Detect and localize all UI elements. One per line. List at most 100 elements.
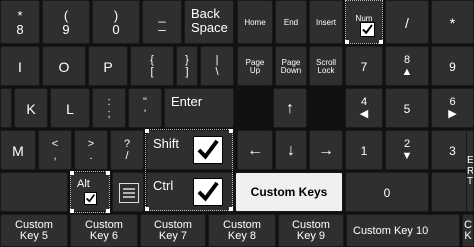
- key-numpad-divide[interactable]: /: [385, 0, 429, 44]
- key-alt-label: Alt: [77, 178, 90, 190]
- selection-handle: [345, 40, 349, 44]
- key-comma[interactable]: < ,: [38, 130, 72, 170]
- key-o-label: O: [58, 58, 70, 75]
- key-numpad-multiply[interactable]: *: [431, 0, 474, 44]
- key-custom-partial-label: C K: [464, 218, 472, 243]
- key-enter-label: Enter: [171, 94, 203, 109]
- key-numpad-2-label: 2 ▼: [401, 138, 413, 162]
- key-close-bracket[interactable]: } ]: [176, 46, 198, 86]
- numlock-checkbox[interactable]: [360, 22, 375, 37]
- key-open-bracket[interactable]: { [: [130, 46, 174, 86]
- key-numpad-1-label: 1: [360, 143, 368, 158]
- key-custom-10[interactable]: Custom Key 10: [346, 214, 460, 247]
- key-custom-5[interactable]: Custom Key 5: [0, 214, 68, 247]
- shift-checkbox[interactable]: [193, 136, 223, 164]
- key-numpad-divide-label: /: [405, 14, 409, 31]
- key-i[interactable]: I: [0, 46, 40, 86]
- key-i-label: I: [18, 58, 22, 75]
- selection-handle: [70, 209, 74, 213]
- key-numpad-4-label: 4 ◀: [359, 96, 369, 120]
- key-backslash[interactable]: | \: [200, 46, 234, 86]
- key-numpad-9-label: 9: [449, 59, 456, 74]
- key-numpad-2[interactable]: 2 ▼: [385, 130, 429, 170]
- key-period[interactable]: > .: [74, 130, 108, 170]
- key-end[interactable]: End: [275, 0, 307, 44]
- selection-handle: [229, 207, 233, 211]
- key-9[interactable]: ( 9: [42, 0, 90, 44]
- key-home[interactable]: Home: [237, 0, 273, 44]
- key-pageup[interactable]: Page Up: [237, 46, 273, 86]
- key-caps-edge[interactable]: [0, 88, 12, 128]
- key-comma-label: < ,: [51, 138, 59, 162]
- key-custom-partial[interactable]: C K: [462, 214, 474, 247]
- key-arrow-up[interactable]: ↑: [273, 88, 307, 128]
- key-p[interactable]: P: [88, 46, 128, 86]
- key-quote[interactable]: " ': [128, 88, 162, 128]
- key-backslash-label: | \: [215, 54, 219, 78]
- key-arrow-right-label: →: [318, 141, 334, 159]
- key-minus[interactable]: _ –: [142, 0, 182, 44]
- key-custom-9[interactable]: Custom Key 9: [278, 214, 344, 247]
- key-slash-label: ? /: [123, 138, 131, 162]
- key-arrow-down-label: ↓: [287, 141, 295, 159]
- key-numpad-9[interactable]: 9: [431, 46, 474, 86]
- key-arrow-left[interactable]: ←: [237, 130, 273, 170]
- key-m[interactable]: M: [0, 130, 36, 170]
- key-scrolllock[interactable]: Scroll Lock: [309, 46, 343, 86]
- custom-keys-label: Custom Keys: [250, 185, 328, 199]
- key-o[interactable]: O: [42, 46, 86, 86]
- key-numpad-7[interactable]: 7: [345, 46, 383, 86]
- selection-handle: [379, 40, 383, 44]
- key-arrow-left-label: ←: [247, 141, 263, 159]
- key-numpad-enter-edge-label: E R T: [467, 155, 474, 188]
- key-insert[interactable]: Insert: [309, 0, 343, 44]
- key-numpad-4[interactable]: 4 ◀: [345, 88, 383, 128]
- key-semicolon[interactable]: : ;: [92, 88, 126, 128]
- key-k[interactable]: K: [14, 88, 48, 128]
- key-numpad-8[interactable]: 8 ▲: [385, 46, 429, 86]
- key-custom-7[interactable]: Custom Key 7: [140, 214, 206, 247]
- key-open-bracket-label: { [: [150, 54, 154, 78]
- selection-handle: [145, 129, 149, 133]
- key-custom-10-label: Custom Key 10: [353, 224, 429, 237]
- key-numpad-0[interactable]: 0: [345, 172, 429, 212]
- key-slash[interactable]: ? /: [110, 130, 144, 170]
- key-numpad-5[interactable]: 5: [385, 88, 429, 128]
- key-0[interactable]: ) 0: [92, 0, 140, 44]
- key-arrow-up-label: ↑: [286, 99, 294, 117]
- key-l[interactable]: L: [50, 88, 90, 128]
- key-custom-6[interactable]: Custom Key 6: [70, 214, 138, 247]
- checkmark-icon: [86, 194, 96, 203]
- key-0-label: ) 0: [112, 8, 120, 37]
- checkmark-icon: [362, 24, 373, 35]
- key-semicolon-label: : ;: [107, 96, 111, 120]
- key-end-label: End: [283, 17, 299, 27]
- key-backspace[interactable]: Back Space: [184, 0, 234, 44]
- key-home-label: Home: [244, 17, 266, 27]
- selection-handle: [145, 207, 149, 211]
- key-quote-label: " ': [143, 96, 147, 120]
- key-backspace-label: Back Space: [191, 6, 228, 35]
- key-enter[interactable]: Enter: [164, 88, 234, 128]
- key-8[interactable]: * 8: [0, 0, 40, 44]
- key-custom-8[interactable]: Custom Key 8: [208, 214, 276, 247]
- key-menu[interactable]: [112, 172, 144, 212]
- key-ctrl-left[interactable]: [0, 172, 68, 212]
- alt-checkbox[interactable]: [84, 192, 97, 205]
- key-arrow-down[interactable]: ↓: [275, 130, 307, 170]
- menu-icon: [119, 183, 139, 203]
- key-numpad-1[interactable]: 1: [345, 130, 383, 170]
- ctrl-checkbox[interactable]: [193, 178, 223, 206]
- custom-keys-button[interactable]: Custom Keys: [235, 172, 343, 212]
- key-pagedown[interactable]: Page Down: [275, 46, 307, 86]
- key-custom-7-label: Custom Key 7: [154, 218, 192, 243]
- key-close-bracket-label: } ]: [185, 54, 189, 78]
- selection-handle: [70, 171, 74, 175]
- key-l-label: L: [66, 100, 74, 117]
- key-numpad-enter-edge[interactable]: E R T: [466, 130, 474, 212]
- key-insert-label: Insert: [315, 17, 336, 27]
- key-arrow-right[interactable]: →: [309, 130, 343, 170]
- key-custom-8-label: Custom Key 8: [223, 218, 261, 243]
- key-numpad-6[interactable]: 6 ▶: [431, 88, 474, 128]
- key-numpad-6-label: 6 ▶: [448, 96, 457, 120]
